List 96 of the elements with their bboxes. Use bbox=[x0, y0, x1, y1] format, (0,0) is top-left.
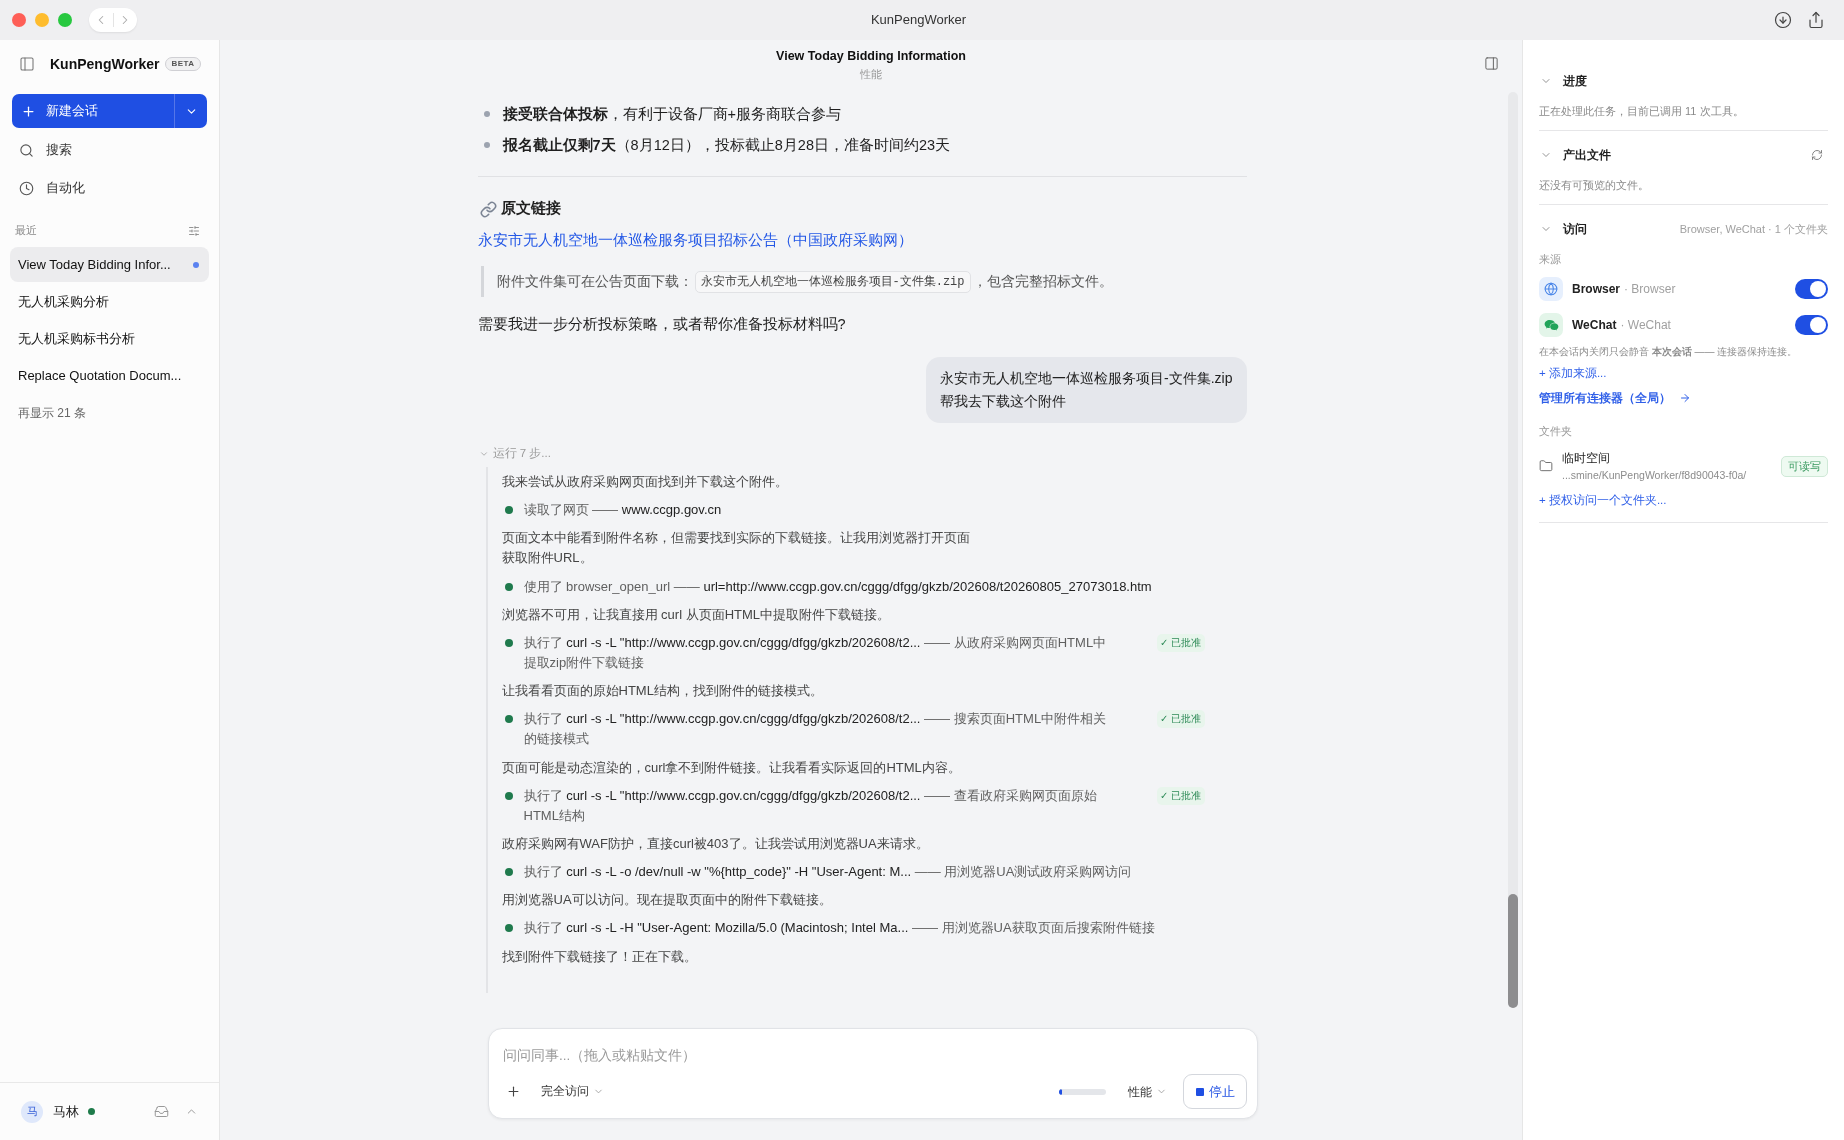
quote-text: 附件文件集可在公告页面下载： bbox=[496, 272, 693, 291]
user-avatar[interactable]: 马 bbox=[21, 1100, 43, 1123]
tool-call-text: 读取了网页 —— www.ccgp.gov.cn bbox=[523, 501, 723, 520]
section-toggle[interactable]: 访问 bbox=[1539, 220, 1587, 238]
chat-bubbles-icon bbox=[1539, 313, 1563, 337]
window-zoom-button[interactable] bbox=[58, 13, 72, 27]
source-name: Browser bbox=[1572, 281, 1621, 298]
step-note: 页面文本中能看到附件名称，但需要找到实际的下载链接。让我用浏览器打开页面获取附件URL。 bbox=[501, 529, 971, 568]
tool-call-text: 执行了 curl -s -L -o /dev/null -w "%{http_code}" -H "User-Agent: M... —— 用浏览器UA测试政府采购网访问 bbox=[523, 863, 1133, 882]
toggle-switch[interactable] bbox=[1795, 315, 1828, 335]
approval-status: ✓ 已批准 bbox=[1156, 710, 1205, 729]
section-label: 最近 bbox=[15, 223, 37, 239]
folder-name: 临时空间 bbox=[1562, 450, 1610, 466]
approval-status: ✓ 已批准 bbox=[1156, 633, 1205, 652]
conversation-item[interactable]: View Today Bidding Infor... bbox=[10, 247, 209, 282]
group-label: 来源 bbox=[1539, 252, 1561, 267]
step-note: 页面可能是动态渲染的，curl拿不到附件链接。让我看看实际返回的HTML内容。 bbox=[501, 758, 962, 777]
tool-call-text: 执行了 curl -s -L -H "User-Agent: Mozilla/5.0 (Macintosh; Intel Ma... —— 用浏览器UA获取页面后搜索附件链接 bbox=[523, 919, 1156, 938]
sidebar-nav-item[interactable]: 自动化 bbox=[10, 171, 209, 205]
mode-dropdown[interactable]: 性能 bbox=[1128, 1082, 1167, 1101]
toggle-switch[interactable] bbox=[1795, 279, 1828, 299]
conversation-title: View Today Bidding Information bbox=[776, 48, 966, 64]
chevron-down-icon bbox=[478, 449, 489, 459]
tool-call-text: 执行了 curl -s -L "http://www.ccgp.gov.cn/cggg/dfgg/gkzb/202608/t2... —— 查看政府采购网页面原始HTML结构 bbox=[523, 786, 1098, 825]
sliders-icon[interactable] bbox=[188, 225, 200, 237]
section-text: 还没有可预览的文件。 bbox=[1539, 178, 1650, 193]
panel-toggle-icon[interactable] bbox=[1484, 56, 1499, 71]
permission-tag: 可读写 bbox=[1781, 455, 1828, 477]
window-minimize-button[interactable] bbox=[35, 13, 49, 27]
message-composer[interactable]: 问问同事...（拖入或粘贴文件） 完全访问 性能 停止 bbox=[488, 1028, 1258, 1119]
add-source-link[interactable]: + 添加来源... bbox=[1539, 366, 1607, 380]
section-toggle[interactable]: 产出文件 bbox=[1539, 146, 1611, 164]
conversation-item[interactable]: Replace Quotation Docum... bbox=[10, 358, 209, 393]
download-icon[interactable] bbox=[1774, 11, 1792, 29]
scrollbar-thumb[interactable] bbox=[1508, 894, 1518, 1008]
source-type: · WeChat bbox=[1620, 317, 1671, 334]
conversation-subtitle: 性能 bbox=[860, 67, 882, 81]
show-more-button[interactable]: 再显示 21 条 bbox=[10, 395, 209, 430]
group-label: 文件夹 bbox=[1539, 424, 1572, 438]
quote-text: ，包含完整招标文件。 bbox=[972, 272, 1113, 291]
stop-icon bbox=[1195, 1087, 1204, 1096]
grant-folder-link[interactable]: + 授权访问一个文件夹... bbox=[1539, 493, 1667, 507]
stop-button[interactable]: 停止 bbox=[1183, 1074, 1247, 1109]
globe-icon bbox=[1539, 277, 1563, 301]
search-icon bbox=[19, 142, 34, 158]
section-heading: 原文链接 bbox=[500, 199, 561, 219]
folder-path: ...smine/KunPengWorker/f8d90043-f0a/ bbox=[1562, 468, 1747, 482]
user-name: 马林 bbox=[53, 1102, 79, 1121]
tool-call-text: 执行了 curl -s -L "http://www.ccgp.gov.cn/cggg/dfgg/gkzb/202608/t2... —— 搜索页面HTML中附件相关的链接模式 bbox=[523, 710, 1108, 749]
arrow-right-icon bbox=[1679, 392, 1691, 404]
step-note: 我来尝试从政府采购网页面找到并下载这个附件。 bbox=[501, 473, 789, 491]
access-summary: Browser, WeChat · 1 个文件夹 bbox=[1679, 221, 1828, 237]
step-note: 让我看看页面的原始HTML结构，找到附件的链接模式。 bbox=[501, 682, 824, 701]
folder-icon bbox=[1539, 459, 1553, 473]
section-toggle[interactable]: 进度 bbox=[1539, 72, 1587, 90]
tool-call-text: 使用了 browser_open_url —— url=http://www.ccgp.gov.cn/cggg/dfgg/gkzb/202608/t20260805_27073018.htm bbox=[523, 577, 1153, 596]
bullet-icon bbox=[483, 111, 490, 117]
plus-icon bbox=[21, 103, 36, 119]
window-close-button[interactable] bbox=[12, 13, 26, 27]
step-note: 政府采购网有WAF防护，直接curl被403了。让我尝试用浏览器UA来请求。 bbox=[501, 834, 930, 853]
manage-connectors-link[interactable]: 管理所有连接器（全局） bbox=[1539, 391, 1691, 405]
source-note: 在本会话内关闭只会静音 本次会话 —— 连接器保持连接。 bbox=[1539, 345, 1798, 359]
step-note: 找到附件下载链接了！正在下载。 bbox=[501, 947, 698, 966]
approval-status: ✓ 已批准 bbox=[1156, 786, 1205, 805]
window-title: KunPengWorker bbox=[870, 11, 967, 30]
share-icon[interactable] bbox=[1807, 11, 1825, 29]
bullet-icon bbox=[483, 142, 490, 148]
source-type: · Browser bbox=[1624, 281, 1676, 298]
bullet-text: 报名截止仅剩7天（8月12日），投标截止8月28日，准备时间约23天 bbox=[502, 136, 951, 155]
new-chat-button[interactable]: 新建会话 bbox=[12, 94, 174, 128]
step-note: 用浏览器UA可以访问。现在提取页面中的附件下载链接。 bbox=[501, 891, 833, 910]
inline-code: 永安市无人机空地一体巡检服务项目-文件集.zip bbox=[694, 270, 971, 293]
bullet-text: 接受联合体投标，有利于设备厂商+服务商联合参与 bbox=[502, 105, 841, 124]
scrollbar-track[interactable] bbox=[1508, 92, 1518, 1008]
link-icon bbox=[479, 200, 497, 218]
section-text: 正在处理此任务，目前已调用 11 次工具。 bbox=[1539, 104, 1745, 119]
source-link[interactable]: 永安市无人机空地一体巡检服务项目招标公告（中国政府采购网） bbox=[477, 228, 913, 252]
version-tag: BETA bbox=[165, 57, 201, 71]
conversation-item[interactable]: 无人机采购标书分析 bbox=[10, 321, 209, 356]
sidebar-toggle-icon[interactable] bbox=[19, 56, 35, 72]
refresh-icon[interactable] bbox=[1811, 149, 1823, 161]
assistant-question: 需要我进一步分析投标策略，或者帮你准备投标材料吗? bbox=[477, 315, 846, 334]
tool-call-text: 执行了 curl -s -L "http://www.ccgp.gov.cn/cggg/dfgg/gkzb/202608/t2... —— 从政府采购网页面HTML中提取zip附件下载链接 bbox=[523, 633, 1108, 672]
source-name: WeChat bbox=[1572, 317, 1617, 334]
access-mode-dropdown[interactable]: 完全访问 bbox=[541, 1082, 604, 1101]
plus-icon bbox=[506, 1084, 521, 1099]
message-input[interactable]: 问问同事...（拖入或粘贴文件） bbox=[503, 1043, 1247, 1067]
conversation-item[interactable]: 无人机采购分析 bbox=[10, 284, 209, 319]
sidebar-nav-item[interactable]: 搜索 bbox=[10, 133, 209, 167]
step-note: 浏览器不可用，让我直接用 curl 从页面HTML中提取附件下载链接。 bbox=[501, 605, 892, 624]
new-chat-menu-button[interactable] bbox=[174, 94, 207, 128]
attach-button[interactable] bbox=[506, 1084, 521, 1099]
clock-icon bbox=[19, 180, 34, 196]
inbox-icon[interactable] bbox=[154, 1104, 169, 1119]
app-name: KunPengWorker bbox=[50, 54, 160, 74]
user-message: 永安市无人机空地一体巡检服务项目-文件集.zip 帮我去下载这个附件 bbox=[926, 357, 1247, 423]
